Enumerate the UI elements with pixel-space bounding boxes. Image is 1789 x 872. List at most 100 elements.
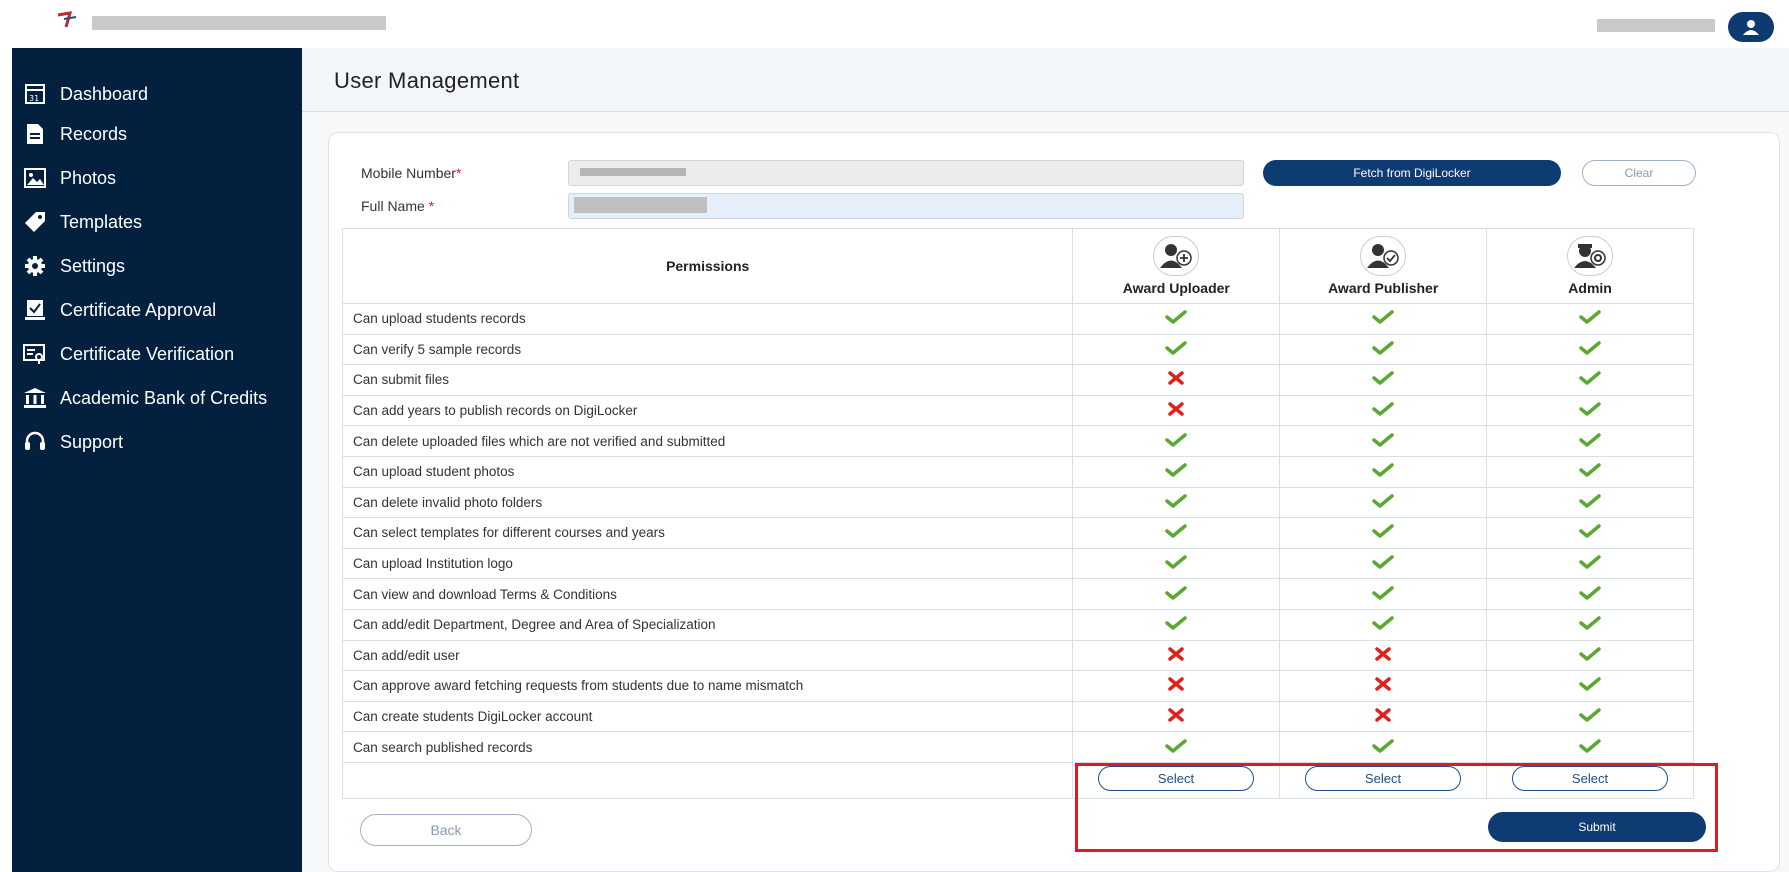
role-label: Admin	[1568, 280, 1612, 296]
sidebar-item-certificate-verification[interactable]: Certificate Verification	[12, 334, 302, 374]
sidebar-item-label: Certificate Approval	[60, 299, 217, 320]
table-row: Can create students DigiLocker account	[341, 700, 1694, 733]
permission-cell	[1486, 578, 1694, 610]
clear-button[interactable]: Clear	[1582, 160, 1696, 186]
sidebar-item-templates[interactable]: Templates	[12, 202, 302, 242]
headset-icon	[22, 429, 48, 455]
permission-cell	[1279, 517, 1488, 549]
sidebar-item-certificate-approval[interactable]: Certificate Approval	[12, 290, 302, 330]
select-row-empty	[341, 761, 1074, 799]
role-label: Award Uploader	[1122, 280, 1230, 296]
permission-cell	[1486, 455, 1694, 488]
permission-cell	[1486, 333, 1694, 366]
permission-label: Can verify 5 sample records	[341, 333, 1074, 366]
check-icon	[1372, 402, 1394, 419]
check-icon	[1165, 555, 1188, 572]
logo	[57, 11, 77, 28]
required-mark: *	[428, 198, 435, 214]
permission-cell	[1072, 333, 1281, 366]
table-row: Can select templates for different cours…	[341, 517, 1694, 549]
approval-icon	[22, 297, 48, 323]
permission-label: Can create students DigiLocker account	[341, 700, 1074, 733]
table-row: Can add/edit user	[341, 639, 1694, 672]
sidebar-item-label: Certificate Verification	[60, 343, 235, 364]
table-row: Can upload students records	[341, 303, 1694, 335]
permission-label: Can select templates for different cours…	[341, 517, 1074, 549]
brand-name-redacted	[92, 16, 386, 30]
back-button[interactable]: Back	[360, 814, 532, 846]
sidebar-item-label: Templates	[60, 211, 143, 232]
check-icon	[1372, 585, 1394, 603]
permission-cell	[1072, 364, 1281, 396]
permission-cell	[1279, 455, 1488, 488]
check-icon	[1165, 463, 1188, 480]
sidebar-item-dashboard[interactable]: 31 Dashboard	[12, 74, 302, 114]
verification-icon	[22, 341, 48, 367]
role-header-admin: Admin	[1486, 228, 1694, 304]
check-icon	[1165, 341, 1188, 358]
permission-label: Can submit files	[341, 364, 1074, 396]
permission-label: Can upload Institution logo	[341, 547, 1074, 580]
permission-cell	[1279, 364, 1488, 396]
bank-icon	[22, 385, 48, 411]
check-icon	[1372, 341, 1394, 358]
user-avatar[interactable]	[1728, 12, 1774, 42]
permission-cell	[1279, 639, 1488, 672]
cross-icon	[1374, 677, 1392, 694]
check-icon	[1165, 738, 1188, 756]
cross-icon	[1374, 647, 1392, 664]
sidebar-item-support[interactable]: Support	[12, 422, 302, 462]
cross-icon	[1167, 647, 1185, 664]
table-row: Can verify 5 sample records	[341, 333, 1694, 366]
check-icon	[1372, 432, 1394, 450]
permission-cell	[1486, 608, 1694, 641]
sidebar-item-photos[interactable]: Photos	[12, 158, 302, 198]
permission-cell	[1072, 517, 1281, 549]
table-row: Can view and download Terms & Conditions	[341, 578, 1694, 610]
check-icon	[1165, 494, 1188, 511]
permission-label: Can approve award fetching requests from…	[341, 670, 1074, 702]
permission-cell	[1486, 364, 1694, 396]
permission-cell	[1072, 639, 1281, 672]
check-icon	[1579, 616, 1601, 633]
permission-cell	[1486, 394, 1694, 427]
gear-icon	[22, 253, 48, 279]
table-row: Can search published records	[341, 731, 1694, 763]
check-icon	[1579, 555, 1601, 572]
check-icon	[1372, 310, 1394, 327]
page-title: User Management	[334, 68, 520, 93]
check-icon	[1165, 310, 1188, 327]
check-icon	[1165, 616, 1188, 633]
table-header-row: Permissions Award Uploader Award Publish…	[341, 228, 1694, 304]
cross-icon	[1167, 371, 1185, 388]
sidebar-item-records[interactable]: Records	[12, 114, 302, 154]
permissions-body: Can upload students records Can verify 5 …	[341, 303, 1694, 763]
check-icon	[1372, 463, 1394, 480]
full-name-redacted	[574, 197, 707, 213]
permission-cell	[1486, 700, 1694, 733]
permission-label: Can search published records	[341, 731, 1074, 763]
permission-cell	[1072, 578, 1281, 610]
check-icon	[1372, 524, 1394, 541]
permission-cell	[1279, 731, 1488, 763]
sidebar-item-settings[interactable]: Settings	[12, 246, 302, 286]
cross-icon	[1167, 677, 1185, 694]
table-row: Can approve award fetching requests from…	[341, 670, 1694, 702]
permission-cell	[1279, 425, 1488, 457]
svg-text:31: 31	[29, 94, 39, 103]
role-header-award-uploader: Award Uploader	[1072, 228, 1281, 304]
user-gear-icon	[1567, 236, 1614, 276]
sidebar-item-academic-bank[interactable]: Academic Bank of Credits	[12, 378, 302, 418]
user-name-redacted	[1597, 19, 1715, 32]
fetch-digilocker-button[interactable]: Fetch from DigiLocker	[1263, 160, 1561, 186]
permission-label: Can delete invalid photo folders	[341, 486, 1074, 519]
permission-cell	[1279, 394, 1488, 427]
cross-icon	[1167, 708, 1185, 725]
table-row: Can upload Institution logo	[341, 547, 1694, 580]
permission-cell	[1486, 547, 1694, 580]
permission-cell	[1486, 670, 1694, 702]
permission-cell	[1486, 517, 1694, 549]
top-bar	[0, 0, 1789, 48]
sidebar: 31 Dashboard Records Photos Templates Se…	[12, 48, 302, 872]
permission-cell	[1279, 608, 1488, 641]
